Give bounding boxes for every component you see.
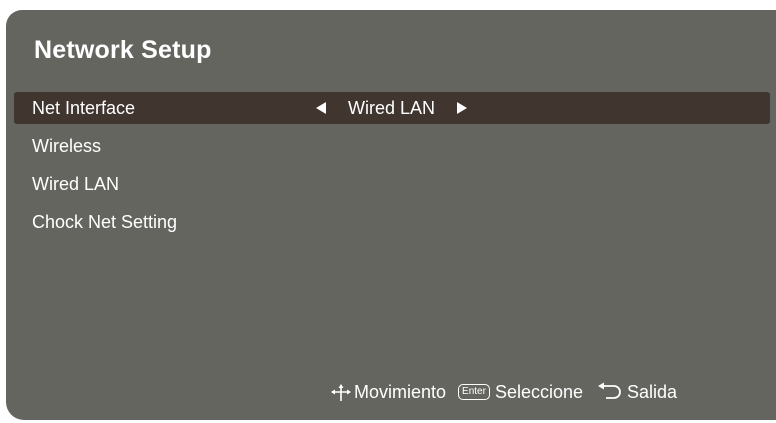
help-bar: Movimiento Enter Seleccione Salida xyxy=(330,378,677,406)
menu-item-chock-net-setting[interactable]: Chock Net Setting xyxy=(14,203,770,241)
menu-item-label: Chock Net Setting xyxy=(32,212,178,232)
net-interface-selector[interactable]: Wired LAN xyxy=(316,92,468,124)
arrow-right-icon[interactable] xyxy=(457,102,468,114)
exit-label: Salida xyxy=(627,381,678,402)
menu-item-net-interface[interactable]: Net Interface Wired LAN xyxy=(14,92,770,124)
page-title: Network Setup xyxy=(34,36,212,64)
network-setup-panel: Network Setup Net Interface Wired LAN Wi… xyxy=(6,10,776,420)
menu-item-wired-lan[interactable]: Wired LAN xyxy=(14,165,770,203)
menu-item-label: Wired LAN xyxy=(32,174,120,194)
move-label: Movimiento xyxy=(354,381,447,402)
settings-menu: Net Interface Wired LAN Wireless Wired L… xyxy=(14,92,770,241)
net-interface-value: Wired LAN xyxy=(348,98,436,118)
menu-item-wireless[interactable]: Wireless xyxy=(14,127,770,165)
arrow-left-icon[interactable] xyxy=(316,102,326,114)
menu-item-label: Net Interface xyxy=(32,98,136,118)
enter-key-icon: Enter xyxy=(458,384,490,400)
return-arrow-icon xyxy=(597,381,625,403)
select-label: Seleccione xyxy=(494,381,583,402)
menu-item-label: Wireless xyxy=(32,136,102,156)
move-arrows-icon xyxy=(330,381,352,403)
